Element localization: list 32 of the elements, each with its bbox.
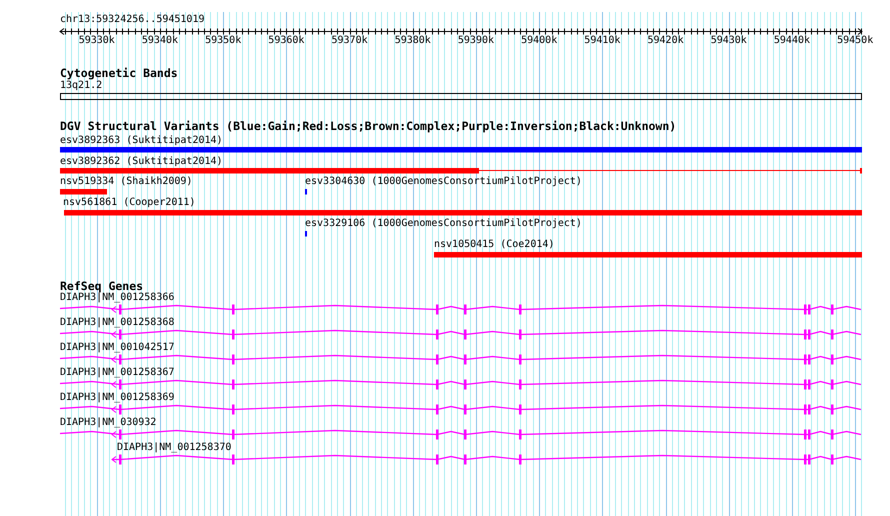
variant-label: esv3892362 (Suktitipat2014) <box>60 156 223 166</box>
gene-label: DIAPH3|NM_001042517 <box>60 342 174 352</box>
tick-label: 59390k <box>458 36 494 46</box>
variant-label: nsv1050415 (Coe2014) <box>434 240 554 250</box>
gene-label: DIAPH3|NM_001258370 <box>117 442 232 452</box>
band-label: 13q21.2 <box>60 81 102 91</box>
tick-label: 59330k <box>78 36 115 46</box>
gene-label: DIAPH3|NM_001258368 <box>60 318 174 328</box>
gene-label: DIAPH3|NM_001258367 <box>60 368 174 378</box>
tick-label: 59410k <box>584 36 620 46</box>
variant-label: nsv519334 (Shaikh2009) <box>60 177 192 187</box>
tick-label: 59370k <box>332 36 368 46</box>
gene-label: DIAPH3|NM_001258366 <box>60 292 174 302</box>
track-title: DGV Structural Variants (Blue:Gain;Red:Loss;Brown:Complex;Purple:Inversion;Black:Unknown) <box>60 121 676 132</box>
gene-label: DIAPH3|NM_030932 <box>60 418 156 428</box>
gene-label: DIAPH3|NM_001258369 <box>60 392 174 402</box>
variant-label: esv3892363 (Suktitipat2014) <box>60 136 223 146</box>
variant-label: esv3304630 (1000GenomesConsortiumPilotProject) <box>305 177 582 187</box>
tick-label: 59340k <box>142 36 178 46</box>
tick-label: 59420k <box>648 36 684 46</box>
track-title: RefSeq Genes <box>60 281 144 292</box>
tick-label: 59450k <box>837 36 874 46</box>
tick-label: 59360k <box>268 36 304 46</box>
variant-label: esv3329106 (1000GenomesConsortiumPilotProject) <box>305 219 582 229</box>
tick-label: 59440k <box>774 36 810 46</box>
tick-label: 59430k <box>710 36 747 46</box>
location-label: chr13:59324256..59451019 <box>60 15 204 25</box>
tick-label: 59380k <box>394 36 431 46</box>
tick-label: 59400k <box>521 36 558 46</box>
tick-label: 59350k <box>205 36 242 46</box>
variant-label: nsv561861 (Cooper2011) <box>63 198 196 208</box>
track-title: Cytogenetic Bands <box>60 68 178 79</box>
